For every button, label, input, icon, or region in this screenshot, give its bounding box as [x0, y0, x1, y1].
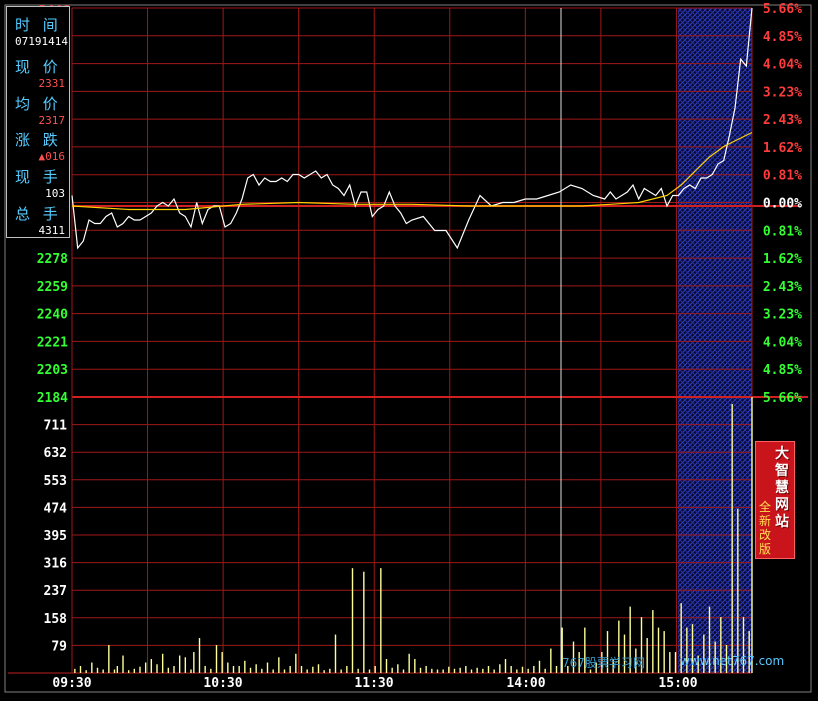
pct-tick-label: 3.23% — [763, 85, 802, 100]
volume-tick-label: 395 — [44, 529, 67, 544]
watermark-right: www.net767.com — [680, 654, 785, 668]
time-label: 时 间 — [15, 16, 62, 34]
volume-tick-label: 237 — [44, 584, 67, 599]
time-value: 07191414 — [15, 35, 68, 48]
pct-tick-label: 1.62% — [763, 141, 802, 156]
watermark-left: 767股票学习网 — [562, 656, 645, 670]
pct-tick-label: 0.81% — [763, 224, 802, 239]
volume-tick-label: 632 — [44, 446, 67, 461]
time-tick-label: 09:30 — [52, 676, 91, 691]
price-tick-label: 2184 — [37, 391, 68, 406]
pct-tick-label: 2.43% — [763, 280, 802, 295]
pct-tick-label: 0.00% — [763, 197, 802, 212]
volume-tick-label: 474 — [44, 501, 68, 516]
price-label: 现 价 — [15, 58, 62, 76]
avg-price-value: 2317 — [38, 114, 66, 127]
pct-tick-label: 4.04% — [763, 335, 802, 350]
volume-tick-label: 711 — [44, 419, 68, 434]
pct-tick-label: 1.62% — [763, 252, 802, 267]
price-tick-label: 2240 — [37, 308, 68, 323]
pct-tick-label: 5.66% — [763, 2, 802, 17]
pct-tick-label: 2.43% — [763, 113, 802, 128]
pct-tick-label: 4.85% — [763, 363, 802, 378]
change-label: 涨 跌 — [15, 131, 62, 149]
avg-price-label: 均 价 — [15, 95, 62, 113]
total-volume-value: 4311 — [38, 224, 66, 237]
current-volume-value: 103 — [45, 187, 65, 200]
price-tick-label: 2278 — [37, 252, 68, 267]
pct-tick-label: 4.85% — [763, 30, 802, 45]
volume-tick-label: 553 — [44, 474, 67, 489]
time-tick-label: 10:30 — [203, 676, 242, 691]
pct-tick-label: 5.66% — [763, 391, 802, 406]
chart-frame: 5.66% 4.85% 4.04% 3.23% 2.43% 1.62% 0.81% 0.00%… — [0, 0, 818, 701]
promo-banner[interactable]: 大智慧网站 全新改版 — [755, 441, 795, 559]
pct-tick-label: 0.81% — [763, 169, 802, 184]
total-volume-label: 总 手 — [15, 205, 62, 223]
price-tick-label: 2221 — [37, 335, 68, 350]
promo-title: 大智慧网站 — [775, 446, 789, 530]
volume-tick-label: 79 — [51, 639, 67, 654]
volume-tick-label: 158 — [44, 612, 68, 627]
time-tick-label: 15:00 — [658, 676, 697, 691]
volume-tick-label: 316 — [44, 557, 68, 572]
change-value: ▲016 — [38, 150, 66, 163]
price-tick-label: 2203 — [37, 363, 68, 378]
price-value: 2331 — [38, 77, 66, 90]
pct-tick-label: 4.04% — [763, 58, 802, 73]
pct-tick-label: 3.23% — [763, 308, 802, 323]
time-tick-label: 14:00 — [506, 676, 545, 691]
price-tick-label: 2259 — [37, 280, 68, 295]
after-hours-region — [678, 8, 752, 673]
quote-info-panel: 时 间 07191414 现 价 2331 均 价 2317 涨 跌 ▲016 … — [6, 6, 70, 238]
time-tick-label: 11:30 — [354, 676, 393, 691]
current-volume-label: 现 手 — [15, 168, 62, 186]
promo-subtitle: 全新改版 — [759, 500, 772, 556]
